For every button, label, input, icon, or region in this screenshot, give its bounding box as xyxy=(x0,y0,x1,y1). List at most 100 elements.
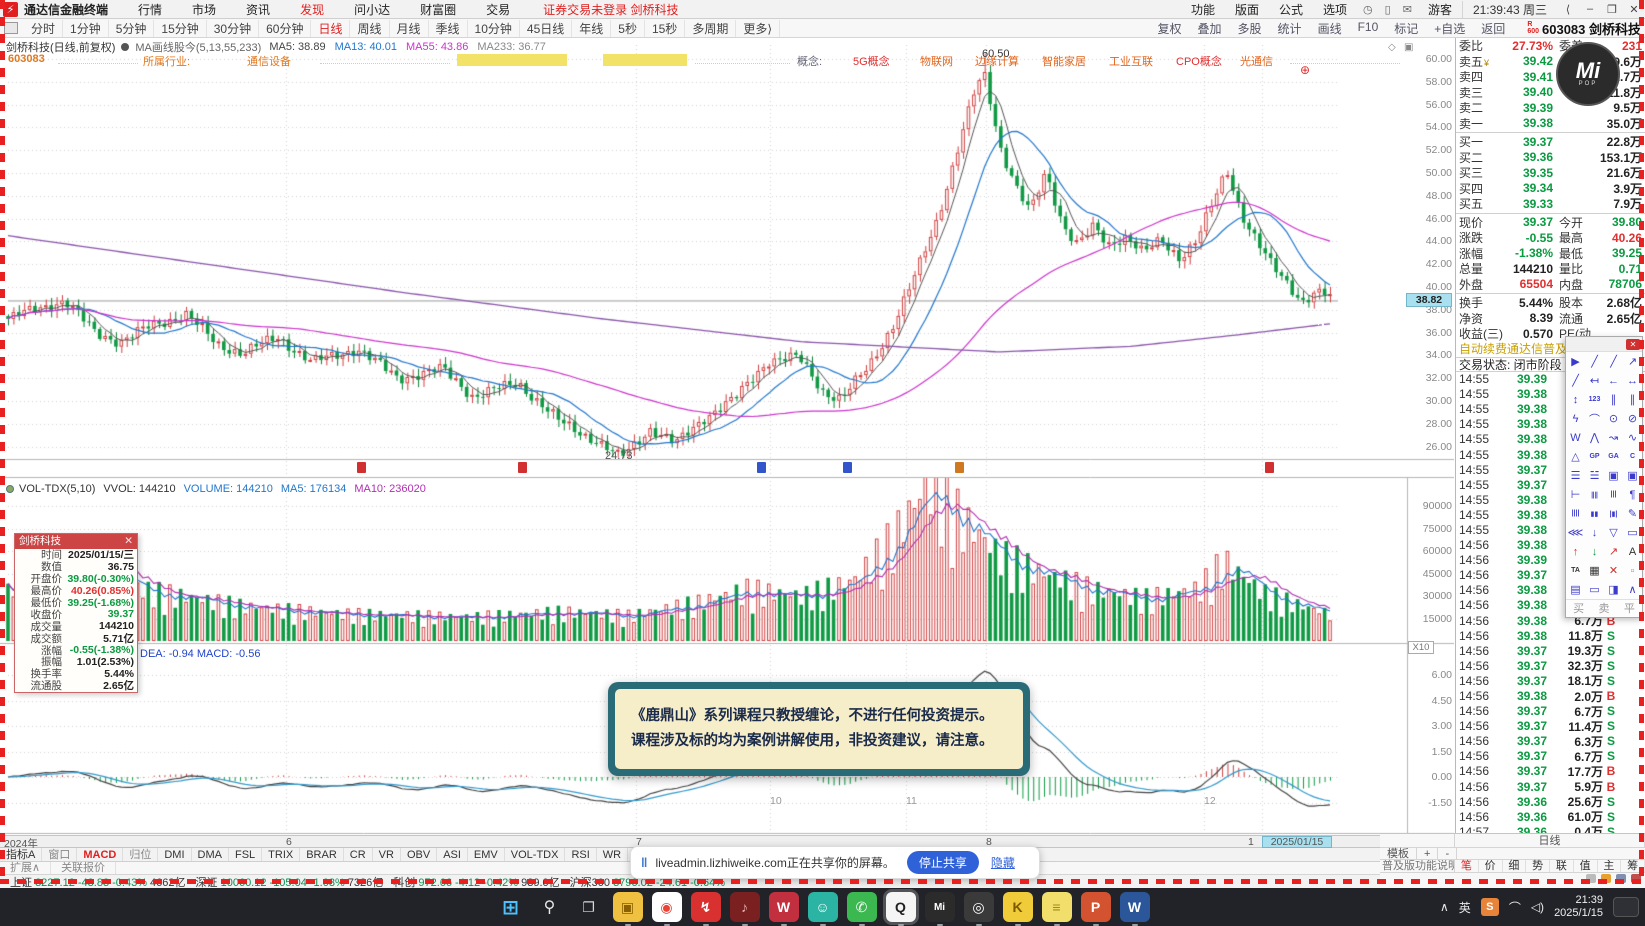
ind-tab-EMV[interactable]: EMV xyxy=(468,848,505,861)
period-30分钟[interactable]: 30分钟 xyxy=(207,19,260,37)
tool-0[interactable]: 复权 xyxy=(1150,20,1190,37)
template-button[interactable]: 模板 xyxy=(1380,848,1417,860)
menu-icon-1[interactable]: ▯ xyxy=(1379,3,1397,16)
tool-8[interactable]: 返回 xyxy=(1473,20,1513,37)
draw-tool-44[interactable]: TA xyxy=(1566,561,1585,580)
period-1分钟[interactable]: 1分钟 xyxy=(63,19,109,37)
menu-item-4[interactable]: 发现 xyxy=(285,1,339,18)
period-年线[interactable]: 年线 xyxy=(572,19,612,37)
taskbar-icon-word[interactable]: W xyxy=(1119,892,1150,926)
tool-4[interactable]: 画线 xyxy=(1310,20,1350,37)
draw-tool-24[interactable]: ☰ xyxy=(1566,466,1585,485)
period-15秒[interactable]: 15秒 xyxy=(645,19,686,37)
concept-1[interactable]: 物联网 xyxy=(920,53,953,69)
draw-tool-28[interactable]: ⊢ xyxy=(1566,485,1585,504)
tool-6[interactable]: 标记 xyxy=(1386,20,1426,37)
tray-s-app-icon[interactable]: S xyxy=(1480,898,1499,916)
zoom-in-button[interactable]: + xyxy=(1417,848,1439,860)
menu-icon-2[interactable]: ✉ xyxy=(1397,3,1418,16)
sell-row-1[interactable]: 卖一 39.38 35.0万 xyxy=(1456,116,1645,132)
ind-tab-OBV[interactable]: OBV xyxy=(401,848,438,861)
draw-tool-42[interactable]: ↗ xyxy=(1604,542,1623,561)
period-45日线[interactable]: 45日线 xyxy=(520,19,573,37)
tool-3[interactable]: 统计 xyxy=(1270,20,1310,37)
tape-row[interactable]: 14:56 39.37 6.7万 S xyxy=(1456,749,1645,764)
ind-tab-DMA[interactable]: DMA xyxy=(192,848,229,861)
draw-tool-8[interactable]: ↕ xyxy=(1566,390,1585,409)
ind-tab-VR[interactable]: VR xyxy=(373,848,401,861)
menu-item-2[interactable]: 市场 xyxy=(177,1,231,18)
period-月线[interactable]: 月线 xyxy=(390,19,429,37)
ind-left-1[interactable]: 窗口 xyxy=(42,848,78,861)
period-60分钟[interactable]: 60分钟 xyxy=(259,19,312,37)
period-更多⟩[interactable]: 更多⟩ xyxy=(736,19,781,37)
draw-tool-13[interactable]: ⌒ xyxy=(1585,409,1604,428)
menu-item-6[interactable]: 财富圈 xyxy=(405,1,471,18)
menu-icon-0[interactable]: ◷ xyxy=(1357,3,1379,16)
edition-note[interactable]: 普及版功能说明 xyxy=(1380,860,1455,872)
concept-4[interactable]: 工业互联 xyxy=(1109,53,1153,69)
tape-row[interactable]: 14:56 39.36 61.0万 S xyxy=(1456,809,1645,825)
draw-tool-45[interactable]: ▦ xyxy=(1585,561,1604,580)
palette-close-button[interactable]: ✕ xyxy=(1626,339,1640,350)
ind-tab-ASI[interactable]: ASI xyxy=(437,848,468,861)
draw-tool-21[interactable]: GP xyxy=(1585,447,1604,466)
clock-tray[interactable]: 21:39 2025/1/15 xyxy=(1554,894,1603,920)
draw-tool-20[interactable]: △ xyxy=(1566,447,1585,466)
ind-tab-TRIX[interactable]: TRIX xyxy=(262,848,301,861)
draw-tool-1[interactable]: ╱ xyxy=(1585,352,1604,371)
draw-tool-36[interactable]: ⋘ xyxy=(1566,523,1585,542)
tape-row[interactable]: 14:56 39.37 19.3万 S xyxy=(1456,643,1645,659)
taskbar-icon-chrome[interactable]: ◉ xyxy=(651,892,682,926)
tape-row[interactable]: 14:56 39.37 6.3万 S xyxy=(1456,734,1645,749)
taskbar-icon-powerpoint[interactable]: P xyxy=(1080,892,1111,926)
menu-right-3[interactable]: 选项 xyxy=(1313,1,1357,18)
buy-row-5[interactable]: 买五 39.33 7.9万 xyxy=(1456,196,1645,212)
concept-0[interactable]: 5G概念 xyxy=(853,53,890,69)
taskbar-icon-task-view[interactable]: ❐ xyxy=(574,892,604,922)
notification-center[interactable] xyxy=(1613,897,1639,917)
back-button[interactable]: ⟨ xyxy=(1557,3,1579,16)
menu-item-0[interactable]: 通达信金融终端 xyxy=(24,1,123,18)
draw-tool-33[interactable]: ▮▮ xyxy=(1585,504,1604,523)
drawing-tools-palette[interactable]: ✕ ▶ ╱ ╱ ↗ ╱ ↤ ← ↔ ↕ 123 ∥ ∥ ϟ ⌒ ⊙ ⊘ W ⋀ ↝ ∿ △ GP GA C ☰ ☱ ▣ ▣ ⊢ ∥∥ |||… xyxy=(1565,336,1643,618)
taskbar-icon-file-explorer[interactable]: ▣ xyxy=(612,892,643,926)
taskbar-icon-stickynotes[interactable]: ≡ xyxy=(1041,892,1072,926)
event-flag-0[interactable] xyxy=(357,462,366,473)
ext-0[interactable]: 扩展∧ xyxy=(0,862,52,874)
ind-tab-WR[interactable]: WR xyxy=(597,848,629,861)
tool-2[interactable]: 多股 xyxy=(1230,20,1270,37)
draw-tool-49[interactable]: ▭ xyxy=(1585,580,1604,599)
panel-tab-联[interactable]: 联 xyxy=(1550,860,1574,872)
guest-label[interactable]: 游客 xyxy=(1418,1,1462,18)
ind-tab-DMI[interactable]: DMI xyxy=(158,848,192,861)
menu-item-5[interactable]: 问小达 xyxy=(339,1,405,18)
draw-tool-30[interactable]: ||| xyxy=(1604,485,1623,504)
tape-row[interactable]: 14:56 39.37 17.7万 B xyxy=(1456,764,1645,779)
tool-1[interactable]: 叠加 xyxy=(1190,20,1230,37)
draw-tool-9[interactable]: 123 xyxy=(1585,390,1604,409)
draw-tool-37[interactable]: ↓ xyxy=(1585,523,1604,542)
draw-tool-32[interactable]: |||| xyxy=(1566,504,1585,523)
minimize-button[interactable]: – xyxy=(1579,3,1601,16)
panel-tab-势[interactable]: 势 xyxy=(1526,860,1550,872)
tape-row[interactable]: 14:56 39.38 2.0万 B xyxy=(1456,688,1645,704)
draw-tool-25[interactable]: ☱ xyxy=(1585,466,1604,485)
tape-row[interactable]: 14:56 39.38 11.8万 S xyxy=(1456,628,1645,644)
taskbar-icon-wine-app[interactable]: W xyxy=(768,892,799,926)
concept-5[interactable]: CPO概念 xyxy=(1176,53,1222,69)
event-flag-1[interactable] xyxy=(518,462,527,473)
maximize-button[interactable]: ❐ xyxy=(1601,3,1623,16)
period-15分钟[interactable]: 15分钟 xyxy=(154,19,207,37)
draw-tool-4[interactable]: ╱ xyxy=(1566,371,1585,390)
taskbar-icon-teal-app[interactable]: ☺ xyxy=(807,892,838,926)
draw-tool-40[interactable]: ↑ xyxy=(1566,542,1585,561)
menu-item-7[interactable]: 交易 xyxy=(471,1,525,18)
buy-row-4[interactable]: 买四 39.34 3.9万 xyxy=(1456,181,1645,197)
tape-row[interactable]: 14:56 39.37 18.1万 S xyxy=(1456,673,1645,689)
period-5分钟[interactable]: 5分钟 xyxy=(109,19,155,37)
menu-right-2[interactable]: 公式 xyxy=(1269,1,1313,18)
ind-tab-CR[interactable]: CR xyxy=(344,848,373,861)
draw-tool-34[interactable]: |▮| xyxy=(1604,504,1623,523)
tool-7[interactable]: +自选 xyxy=(1426,20,1473,37)
